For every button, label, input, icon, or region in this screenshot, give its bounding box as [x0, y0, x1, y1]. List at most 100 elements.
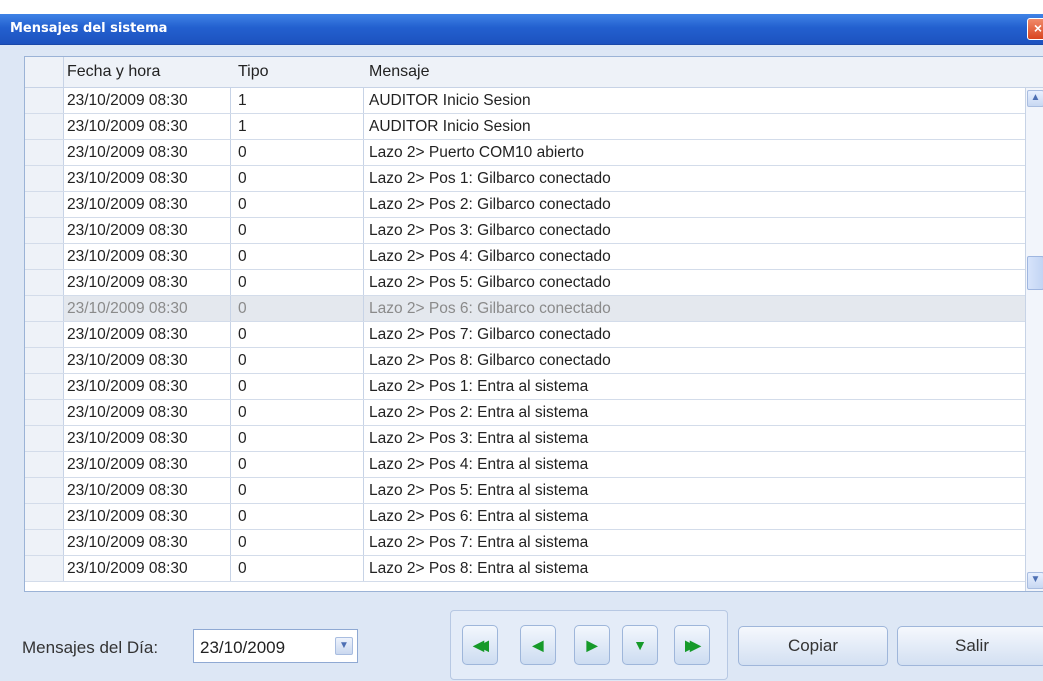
scroll-thumb[interactable] [1027, 256, 1043, 290]
row-header[interactable] [25, 192, 64, 217]
cell-mensaje: Lazo 2> Pos 8: Entra al sistema [369, 560, 589, 577]
cell-tipo: 0 [238, 170, 247, 187]
cell-mensaje: Lazo 2> Pos 5: Gilbarco conectado [369, 274, 611, 291]
table-row[interactable]: 23/10/2009 08:30 0 Lazo 2> Pos 4: Gilbarco… [25, 244, 1025, 270]
row-header[interactable] [25, 374, 64, 399]
chevron-down-icon[interactable]: ▼ [335, 637, 353, 655]
row-header[interactable] [25, 296, 64, 321]
row-header[interactable] [25, 218, 64, 243]
column-separator [230, 322, 231, 347]
messages-table: Fecha y hora Tipo Mensaje 23/10/2009 08:… [24, 56, 1043, 592]
cell-tipo: 0 [238, 144, 247, 161]
table-row[interactable]: 23/10/2009 08:30 0 Lazo 2> Pos 4: Entra al… [25, 452, 1025, 478]
row-header[interactable] [25, 140, 64, 165]
table-row[interactable]: 23/10/2009 08:30 0 Lazo 2> Pos 1: Gilbarco… [25, 166, 1025, 192]
cell-fecha: 23/10/2009 08:30 [67, 248, 188, 265]
table-row[interactable]: 23/10/2009 08:30 0 Lazo 2> Pos 5: Gilbarco… [25, 270, 1025, 296]
previous-page-button[interactable]: ◀ [520, 625, 556, 665]
column-separator [230, 296, 231, 321]
column-separator [363, 452, 364, 477]
cell-fecha: 23/10/2009 08:30 [67, 456, 188, 473]
column-separator [230, 244, 231, 269]
table-row[interactable]: 23/10/2009 08:30 0 Lazo 2> Pos 7: Gilbarco… [25, 322, 1025, 348]
cell-mensaje: Lazo 2> Pos 5: Entra al sistema [369, 482, 589, 499]
row-header[interactable] [25, 88, 64, 113]
table-row[interactable]: 23/10/2009 08:30 0 Lazo 2> Pos 3: Gilbarco… [25, 218, 1025, 244]
table-row[interactable]: 23/10/2009 08:30 0 Lazo 2> Pos 6: Gilbarco… [25, 296, 1025, 322]
cell-mensaje: AUDITOR Inicio Sesion [369, 92, 531, 109]
column-separator [230, 556, 231, 581]
row-header[interactable] [25, 556, 64, 581]
row-header[interactable] [25, 400, 64, 425]
cell-fecha: 23/10/2009 08:30 [67, 352, 188, 369]
column-separator [230, 478, 231, 503]
cell-fecha: 23/10/2009 08:30 [67, 560, 188, 577]
row-header[interactable] [25, 244, 64, 269]
row-header[interactable] [25, 478, 64, 503]
last-page-button[interactable]: ▶▶ [674, 625, 710, 665]
cell-mensaje: Lazo 2> Pos 1: Entra al sistema [369, 378, 589, 395]
cell-fecha: 23/10/2009 08:30 [67, 404, 188, 421]
row-header[interactable] [25, 114, 64, 139]
cell-mensaje: Lazo 2> Pos 3: Gilbarco conectado [369, 222, 611, 239]
scroll-up-button[interactable]: ▲ [1027, 90, 1043, 107]
cell-tipo: 0 [238, 352, 247, 369]
table-row[interactable]: 23/10/2009 08:30 1 AUDITOR Inicio Sesion [25, 114, 1025, 140]
table-row[interactable]: 23/10/2009 08:30 0 Lazo 2> Pos 1: Entra al… [25, 374, 1025, 400]
cell-tipo: 0 [238, 274, 247, 291]
first-page-button[interactable]: ◀◀ [462, 625, 498, 665]
column-separator [363, 530, 364, 555]
down-button[interactable]: ▼ [622, 625, 658, 665]
row-header[interactable] [25, 452, 64, 477]
cell-mensaje: Lazo 2> Pos 2: Entra al sistema [369, 404, 589, 421]
table-row[interactable]: 23/10/2009 08:30 0 Lazo 2> Pos 8: Gilbarco… [25, 348, 1025, 374]
table-row[interactable]: 23/10/2009 08:30 1 AUDITOR Inicio Sesion [25, 88, 1025, 114]
table-row[interactable]: 23/10/2009 08:30 0 Lazo 2> Pos 2: Entra al… [25, 400, 1025, 426]
column-separator [363, 140, 364, 165]
table-row[interactable]: 23/10/2009 08:30 0 Lazo 2> Pos 7: Entra al… [25, 530, 1025, 556]
row-header[interactable] [25, 504, 64, 529]
row-header[interactable] [25, 348, 64, 373]
table-row[interactable]: 23/10/2009 08:30 0 Lazo 2> Puerto COM10 ab… [25, 140, 1025, 166]
column-separator [363, 192, 364, 217]
title-bar[interactable]: Mensajes del sistema [0, 14, 1043, 45]
row-header[interactable] [25, 426, 64, 451]
date-select[interactable]: 23/10/2009 ▼ [193, 629, 358, 663]
cell-fecha: 23/10/2009 08:30 [67, 92, 188, 109]
left-arrow-icon: ◀ [532, 637, 544, 653]
close-button[interactable]: × [1027, 18, 1043, 40]
column-separator [230, 270, 231, 295]
column-separator [363, 114, 364, 139]
column-header-fecha[interactable]: Fecha y hora [67, 63, 160, 81]
cell-tipo: 0 [238, 456, 247, 473]
row-header[interactable] [25, 322, 64, 347]
table-row[interactable]: 23/10/2009 08:30 0 Lazo 2> Pos 3: Entra al… [25, 426, 1025, 452]
column-separator [363, 322, 364, 347]
row-header[interactable] [25, 270, 64, 295]
row-header[interactable] [25, 166, 64, 191]
column-header-mensaje[interactable]: Mensaje [369, 63, 429, 81]
cell-mensaje: Lazo 2> Puerto COM10 abierto [369, 144, 584, 161]
exit-button[interactable]: Salir [897, 626, 1043, 666]
cell-fecha: 23/10/2009 08:30 [67, 222, 188, 239]
table-row[interactable]: 23/10/2009 08:30 0 Lazo 2> Pos 8: Entra al… [25, 556, 1025, 582]
row-header[interactable] [25, 530, 64, 555]
cell-tipo: 0 [238, 560, 247, 577]
cell-mensaje: Lazo 2> Pos 8: Gilbarco conectado [369, 352, 611, 369]
column-separator [363, 426, 364, 451]
vertical-scrollbar[interactable]: ▲ ▼ [1025, 88, 1043, 591]
cell-mensaje: Lazo 2> Pos 3: Entra al sistema [369, 430, 589, 447]
cell-tipo: 0 [238, 300, 247, 317]
table-row[interactable]: 23/10/2009 08:30 0 Lazo 2> Pos 2: Gilbarco… [25, 192, 1025, 218]
next-page-button[interactable]: ▶ [574, 625, 610, 665]
column-separator [230, 140, 231, 165]
column-separator [230, 166, 231, 191]
copy-button[interactable]: Copiar [738, 626, 888, 666]
column-header-tipo[interactable]: Tipo [238, 63, 269, 81]
cell-fecha: 23/10/2009 08:30 [67, 170, 188, 187]
scroll-down-button[interactable]: ▼ [1027, 572, 1043, 589]
column-separator [230, 400, 231, 425]
table-row[interactable]: 23/10/2009 08:30 0 Lazo 2> Pos 5: Entra al… [25, 478, 1025, 504]
table-row[interactable]: 23/10/2009 08:30 0 Lazo 2> Pos 6: Entra al… [25, 504, 1025, 530]
cell-tipo: 0 [238, 534, 247, 551]
